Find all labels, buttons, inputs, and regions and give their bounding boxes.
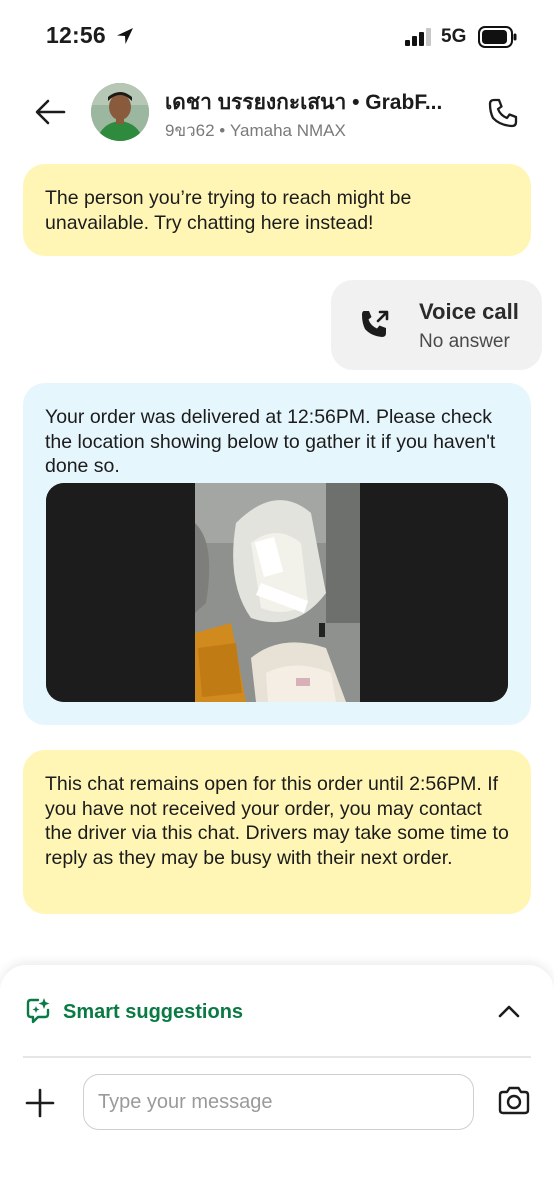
- location-arrow-icon: [117, 28, 133, 44]
- delivery-photo[interactable]: [46, 483, 508, 702]
- voice-call-title: Voice call: [419, 299, 519, 324]
- message-input[interactable]: [83, 1074, 474, 1130]
- status-bar: 12:56 5G: [0, 0, 554, 70]
- chat-header: เดชา บรรยงกะเสนา • GrabF... 9ขว62 • Yama…: [0, 74, 554, 150]
- unavailable-notice-text: The person you’re trying to reach might …: [45, 187, 412, 234]
- back-arrow-icon[interactable]: [30, 96, 70, 128]
- plus-icon[interactable]: [25, 1088, 55, 1118]
- divider: [23, 1056, 531, 1058]
- smart-suggestions-label[interactable]: Smart suggestions: [63, 1001, 243, 1024]
- chevron-up-icon[interactable]: [497, 1002, 521, 1020]
- outgoing-call-icon: [362, 310, 389, 337]
- voice-call-bubble[interactable]: Voice call No answer: [331, 280, 542, 370]
- network-label: 5G: [441, 26, 467, 47]
- unavailable-notice: The person you’re trying to reach might …: [23, 164, 531, 256]
- voice-call-status: No answer: [419, 331, 510, 352]
- delivered-notice-text: Your order was delivered at 12:56PM. Ple…: [45, 406, 496, 477]
- signal-bars-icon: [405, 28, 431, 46]
- status-time: 12:56: [46, 22, 106, 48]
- vehicle-info: 9ขว62 • Yamaha NMAX: [165, 121, 346, 140]
- driver-photo: [91, 83, 149, 141]
- chat-open-notice-text: This chat remains open for this order un…: [45, 773, 509, 869]
- composer-panel: Smart suggestions: [0, 965, 554, 1199]
- smart-suggestions-icon: [26, 998, 50, 1024]
- delivered-notice: Your order was delivered at 12:56PM. Ple…: [23, 383, 531, 725]
- chat-open-notice: This chat remains open for this order un…: [23, 750, 531, 914]
- camera-icon[interactable]: [496, 1085, 532, 1117]
- delivery-photo-image: [46, 483, 508, 702]
- phone-icon[interactable]: [486, 96, 520, 130]
- driver-name: เดชา บรรยงกะเสนา • GrabF...: [165, 91, 443, 114]
- battery-icon: [478, 26, 517, 48]
- driver-avatar[interactable]: [91, 83, 149, 141]
